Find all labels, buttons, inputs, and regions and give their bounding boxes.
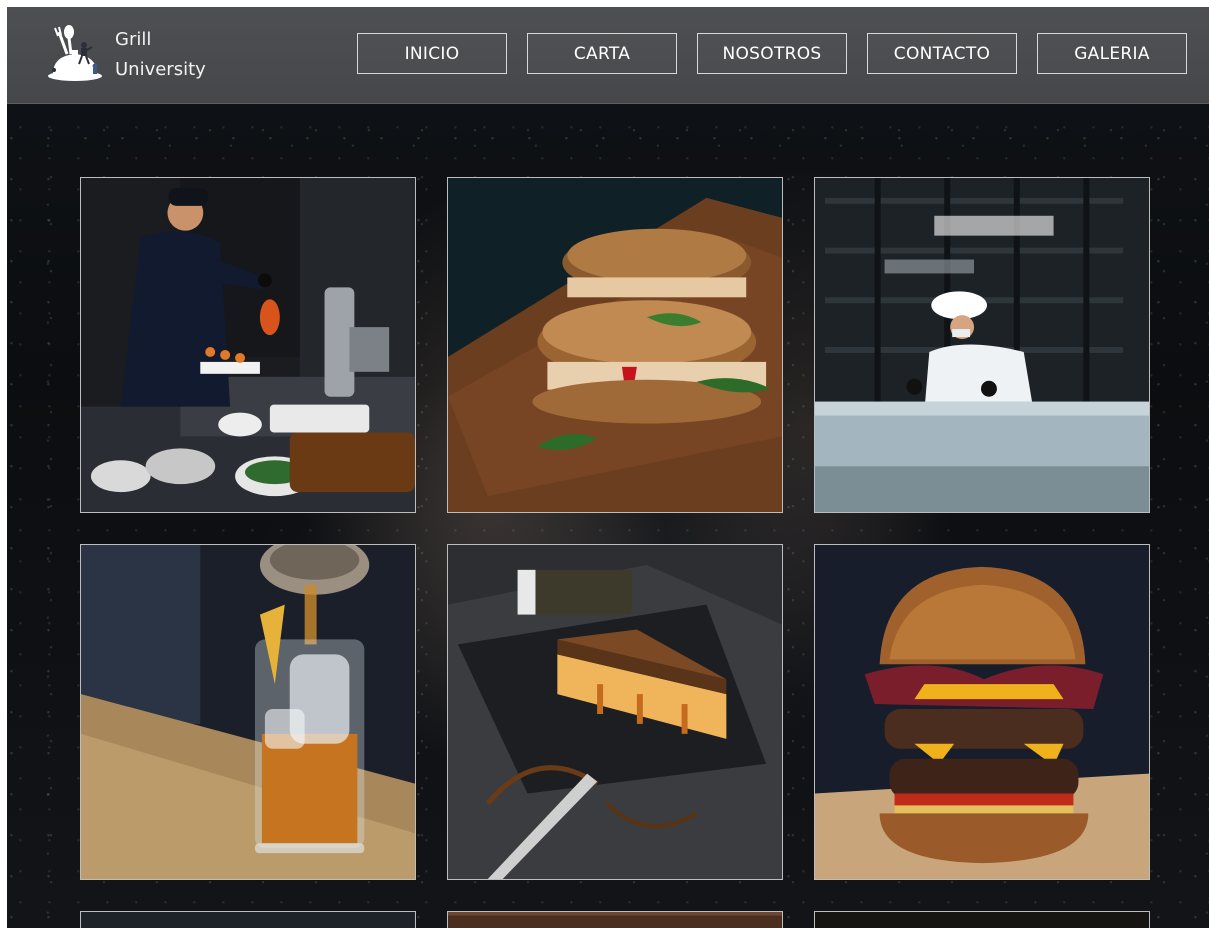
gallery-item-chef-kitchen[interactable] bbox=[814, 177, 1150, 513]
nav-contacto-button[interactable]: CONTACTO bbox=[867, 33, 1017, 74]
brand-name-line1: Grill bbox=[115, 29, 152, 50]
nav-galeria-button[interactable]: GALERIA bbox=[1037, 33, 1187, 74]
gallery-photo-8 bbox=[448, 912, 782, 928]
nav-carta-button[interactable]: CARTA bbox=[527, 33, 677, 74]
gallery-item-cocktail[interactable] bbox=[80, 544, 416, 880]
main-nav: INICIO CARTA NOSOTROS CONTACTO GALERIA bbox=[357, 33, 1187, 74]
whisky-cocktail-photo bbox=[81, 545, 415, 879]
double-burger-photo bbox=[815, 545, 1149, 879]
gallery-item-9[interactable] bbox=[814, 911, 1150, 928]
sandwich-on-board-photo bbox=[448, 178, 782, 512]
gallery-item-7[interactable] bbox=[80, 911, 416, 928]
gallery-item-burger[interactable] bbox=[814, 544, 1150, 880]
chef-logo-icon bbox=[48, 25, 102, 81]
page: Grill University INICIO CARTA NOSOTROS C… bbox=[7, 7, 1209, 928]
nav-nosotros-button[interactable]: NOSOTROS bbox=[697, 33, 847, 74]
gallery-photo-9 bbox=[815, 912, 1149, 928]
chef-in-kitchen-photo bbox=[815, 178, 1149, 512]
gallery-item-cheesecake[interactable] bbox=[447, 544, 783, 880]
gallery-photo-7 bbox=[81, 912, 415, 928]
brand-name: Grill University bbox=[115, 25, 206, 85]
cheesecake-slice-photo bbox=[448, 545, 782, 879]
brand-name-line2: University bbox=[115, 59, 206, 80]
gallery-item-sandwich[interactable] bbox=[447, 177, 783, 513]
brand-link[interactable]: Grill University bbox=[45, 22, 206, 88]
chef-pouring-sauce-photo bbox=[81, 178, 415, 512]
site-header: Grill University INICIO CARTA NOSOTROS C… bbox=[7, 7, 1209, 104]
gallery-item-8[interactable] bbox=[447, 911, 783, 928]
gallery-item-chef-pouring[interactable] bbox=[80, 177, 416, 513]
nav-inicio-button[interactable]: INICIO bbox=[357, 33, 507, 74]
